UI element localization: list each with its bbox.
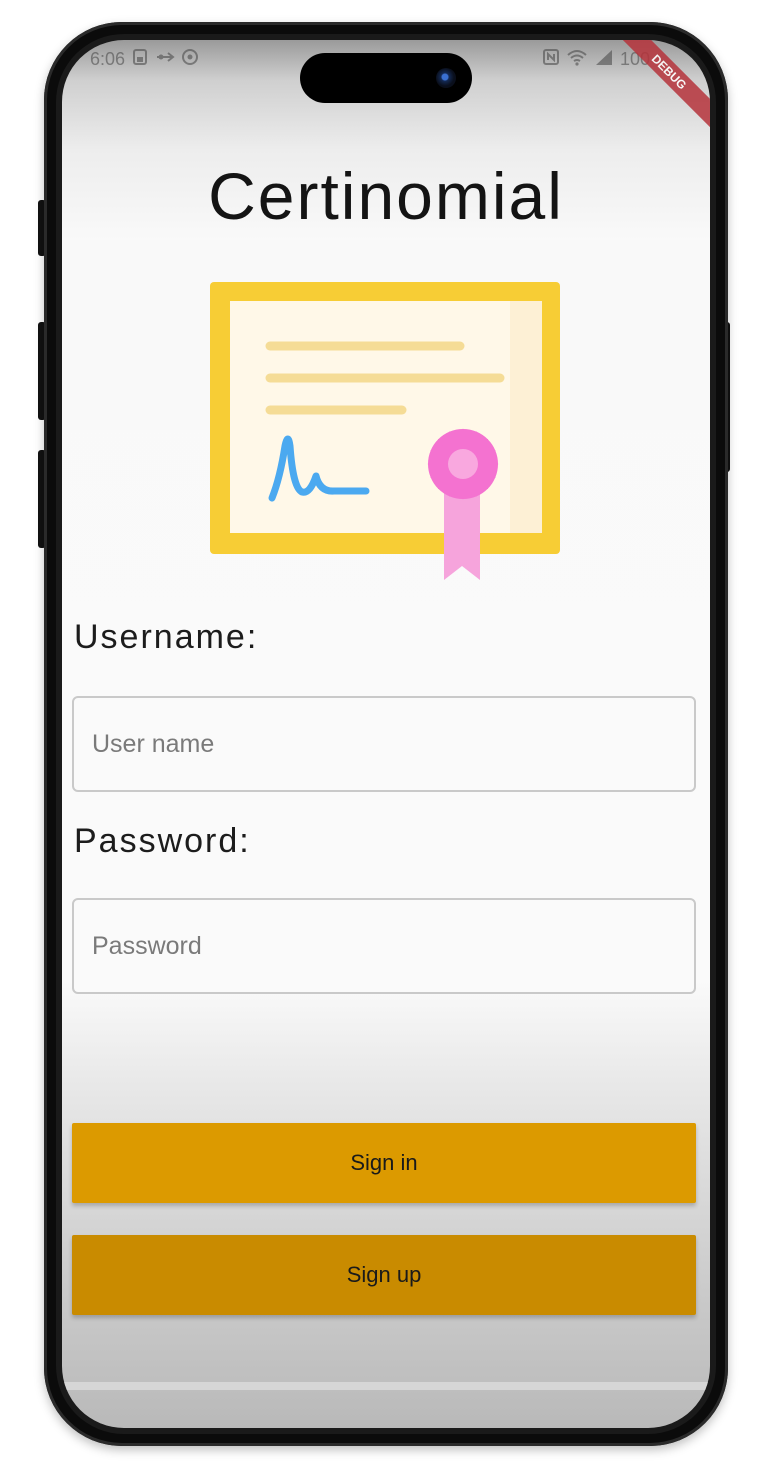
sync-icon xyxy=(181,48,199,71)
nfc-icon xyxy=(542,48,560,71)
username-input[interactable] xyxy=(72,696,696,792)
seal-badge xyxy=(427,428,499,500)
wifi-icon xyxy=(566,48,588,71)
signal-icon xyxy=(594,48,614,71)
front-camera-icon xyxy=(436,68,456,88)
sim-card-icon xyxy=(131,48,149,71)
status-time: 6:06 xyxy=(90,49,126,69)
certificate-paper xyxy=(230,301,542,533)
certificate-icon xyxy=(208,280,564,585)
app-title: Certinomial xyxy=(208,159,564,233)
certificate-paper-shade xyxy=(510,301,542,533)
username-label: Username: xyxy=(74,618,259,656)
sign-up-button[interactable]: Sign up xyxy=(72,1235,696,1315)
sign-in-button[interactable]: Sign in xyxy=(72,1123,696,1203)
bottom-navigation-strip xyxy=(62,1382,710,1390)
app-screen: 6:06 100 DEBUG Certinomial Username: Use… xyxy=(62,40,710,1428)
dynamic-island xyxy=(300,53,472,103)
status-left: 6:06 xyxy=(90,48,199,71)
phone-mockup: 6:06 100 DEBUG Certinomial Username: Use… xyxy=(0,0,768,1466)
usb-icon xyxy=(155,48,175,71)
password-label: Password: xyxy=(74,822,251,860)
password-input[interactable] xyxy=(72,898,696,994)
